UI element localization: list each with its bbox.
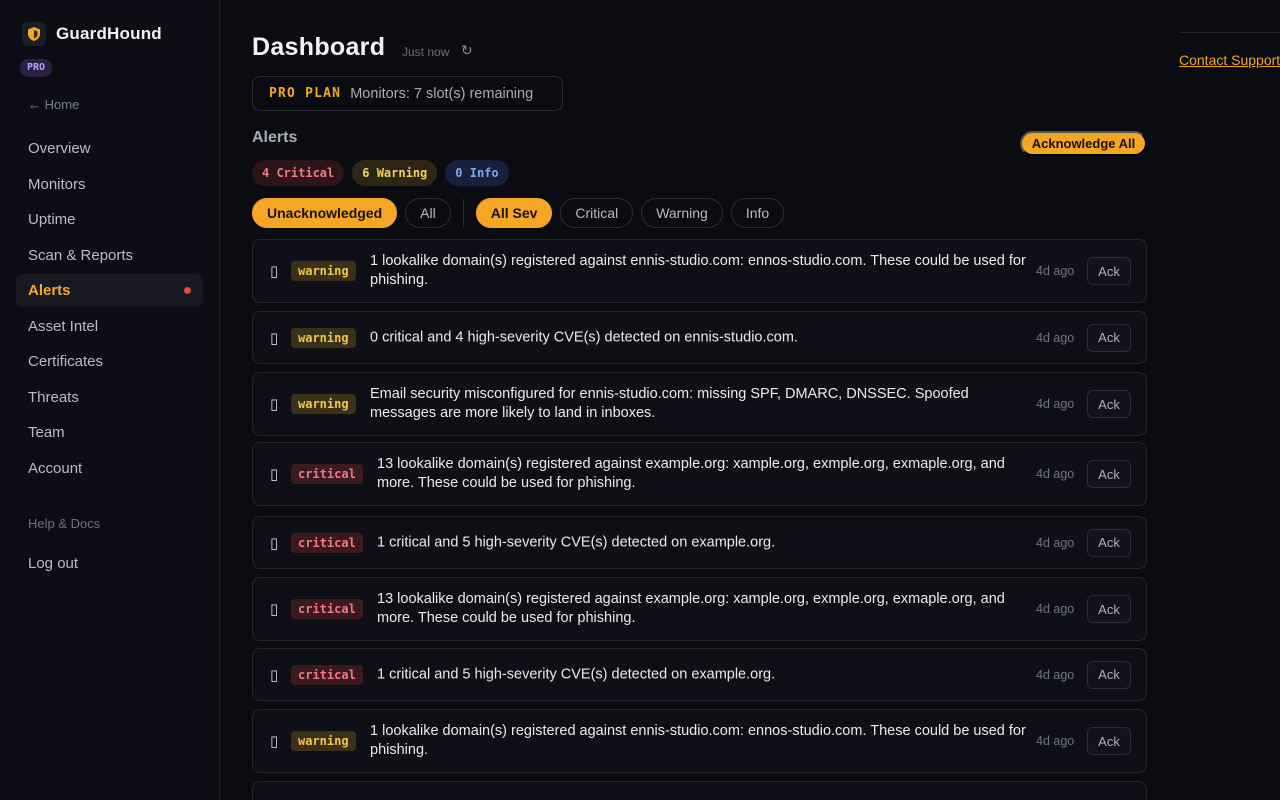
- refresh-icon[interactable]: ↻: [461, 42, 473, 59]
- alert-message: 1 lookalike domain(s) registered against…: [370, 253, 1026, 288]
- filter-critical[interactable]: Critical: [560, 198, 634, 228]
- info-count-badge: 0 Info: [445, 160, 509, 186]
- ack-button[interactable]: Ack: [1087, 257, 1131, 285]
- filter-all-severity[interactable]: All Sev: [475, 198, 553, 228]
- filter-info[interactable]: Info: [730, 198, 785, 228]
- shield-logo-icon: [22, 22, 46, 46]
- acknowledge-all-button[interactable]: Acknowledge All: [1020, 131, 1147, 156]
- ack-button[interactable]: Ack: [1087, 727, 1131, 755]
- critical-count-badge: 4 Critical: [252, 160, 345, 186]
- alert-row: ▯ critical 13 lookalike domain(s) regist…: [252, 577, 1147, 641]
- sidebar-item-team[interactable]: Team: [16, 416, 203, 449]
- warning-count-badge: 6 Warning: [352, 160, 438, 186]
- alert-age: 4d ago: [1036, 535, 1075, 550]
- alert-age: 4d ago: [1036, 602, 1075, 616]
- page-title: Dashboard: [252, 33, 386, 61]
- select-checkbox-icon[interactable]: ▯: [270, 465, 278, 483]
- alert-message: 13 lookalike domain(s) registered agains…: [377, 591, 1005, 626]
- alert-age: 4d ago: [1036, 467, 1075, 481]
- alert-row: ▯ warning 1 lookalike domain(s) register…: [252, 239, 1147, 303]
- unread-dot: [184, 287, 191, 294]
- sidebar-item-uptime[interactable]: Uptime: [16, 203, 203, 236]
- alert-row: ▯ critical 13 lookalike domain(s) regist…: [252, 442, 1147, 506]
- contact-support-link[interactable]: Contact Support: [1179, 52, 1280, 68]
- plan-label: PRO PLAN: [269, 86, 342, 101]
- sidebar: GuardHound PRO ← Home Overview Monitors …: [0, 0, 220, 800]
- sidebar-item-label: Alerts: [28, 282, 71, 299]
- select-checkbox-icon[interactable]: ▯: [270, 262, 278, 280]
- severity-badge: critical: [291, 532, 363, 553]
- filter-divider: [462, 199, 464, 227]
- alert-row: ▯ critical 1 critical and 5 high-severit…: [252, 516, 1147, 569]
- ack-button[interactable]: Ack: [1087, 323, 1131, 352]
- sidebar-item-overview[interactable]: Overview: [16, 132, 203, 165]
- filter-all-status[interactable]: All: [405, 198, 451, 228]
- ack-button[interactable]: Ack: [1087, 528, 1131, 557]
- alert-row: ▯ warning Email security misconfigured f…: [252, 372, 1147, 436]
- app-name: GuardHound: [56, 24, 162, 43]
- alert-message: 13 lookalike domain(s) registered agains…: [377, 456, 1005, 491]
- tier-badge: PRO: [20, 59, 53, 77]
- filter-unacknowledged[interactable]: Unacknowledged: [252, 198, 398, 228]
- sidebar-nav: Overview Monitors Uptime Scan & Reports …: [16, 132, 203, 487]
- last-updated: Just now: [402, 45, 450, 59]
- home-link[interactable]: ← Home: [28, 97, 79, 112]
- select-checkbox-icon[interactable]: ▯: [270, 395, 278, 413]
- severity-badge: warning: [291, 327, 356, 348]
- sidebar-item-monitors[interactable]: Monitors: [16, 168, 203, 201]
- severity-counts: 4 Critical 6 Warning 0 Info: [252, 160, 509, 186]
- severity-badge: critical: [291, 664, 363, 685]
- severity-badge: critical: [291, 464, 363, 484]
- alert-row: ▯ critical 1 critical and 5 high-severit…: [252, 648, 1147, 701]
- select-checkbox-icon[interactable]: ▯: [270, 600, 278, 618]
- plan-box: PRO PLAN Monitors: 7 slot(s) remaining: [252, 76, 563, 111]
- severity-badge: warning: [291, 731, 356, 751]
- rail-divider: [1179, 32, 1280, 33]
- severity-badge: critical: [291, 599, 363, 619]
- alerts-heading: Alerts: [252, 129, 298, 146]
- alert-row: ▯ warning 1 lookalike domain(s) register…: [252, 709, 1147, 773]
- select-checkbox-icon[interactable]: ▯: [270, 534, 278, 552]
- ack-button[interactable]: Ack: [1087, 595, 1131, 623]
- alert-message: Email security misconfigured for ennis-s…: [370, 386, 969, 421]
- severity-badge: warning: [291, 261, 356, 281]
- alert-age: 4d ago: [1036, 667, 1075, 682]
- sidebar-item-account[interactable]: Account: [16, 452, 203, 485]
- alert-age: 4d ago: [1036, 397, 1075, 411]
- sidebar-item-threats[interactable]: Threats: [16, 381, 203, 414]
- help-docs-link[interactable]: Help & Docs: [28, 516, 100, 531]
- filter-warning[interactable]: Warning: [641, 198, 723, 228]
- ack-button[interactable]: Ack: [1087, 460, 1131, 488]
- alert-row-partial: [252, 781, 1147, 800]
- logout-link[interactable]: Log out: [28, 555, 78, 572]
- plan-slots: Monitors: 7 slot(s) remaining: [350, 85, 534, 102]
- select-checkbox-icon[interactable]: ▯: [270, 666, 278, 684]
- alert-message: 1 critical and 5 high-severity CVE(s) de…: [377, 534, 776, 550]
- sidebar-item-scan-reports[interactable]: Scan & Reports: [16, 239, 203, 272]
- alert-age: 4d ago: [1036, 264, 1075, 278]
- sidebar-item-alerts[interactable]: Alerts: [16, 274, 203, 307]
- alert-message: 1 lookalike domain(s) registered against…: [370, 723, 1026, 758]
- alert-message: 1 critical and 5 high-severity CVE(s) de…: [377, 666, 776, 682]
- brand[interactable]: GuardHound: [22, 22, 162, 46]
- ack-button[interactable]: Ack: [1087, 660, 1131, 689]
- alert-filters: Unacknowledged All All Sev Critical Warn…: [252, 198, 792, 228]
- alert-age: 4d ago: [1036, 330, 1075, 345]
- select-checkbox-icon[interactable]: ▯: [270, 732, 278, 750]
- select-checkbox-icon[interactable]: ▯: [270, 329, 278, 347]
- ack-button[interactable]: Ack: [1087, 390, 1131, 418]
- alert-age: 4d ago: [1036, 734, 1075, 748]
- sidebar-item-certificates[interactable]: Certificates: [16, 345, 203, 378]
- alert-row: ▯ warning 0 critical and 4 high-severity…: [252, 311, 1147, 364]
- severity-badge: warning: [291, 394, 356, 414]
- sidebar-item-asset-intel[interactable]: Asset Intel: [16, 310, 203, 343]
- alert-message: 0 critical and 4 high-severity CVE(s) de…: [370, 329, 798, 345]
